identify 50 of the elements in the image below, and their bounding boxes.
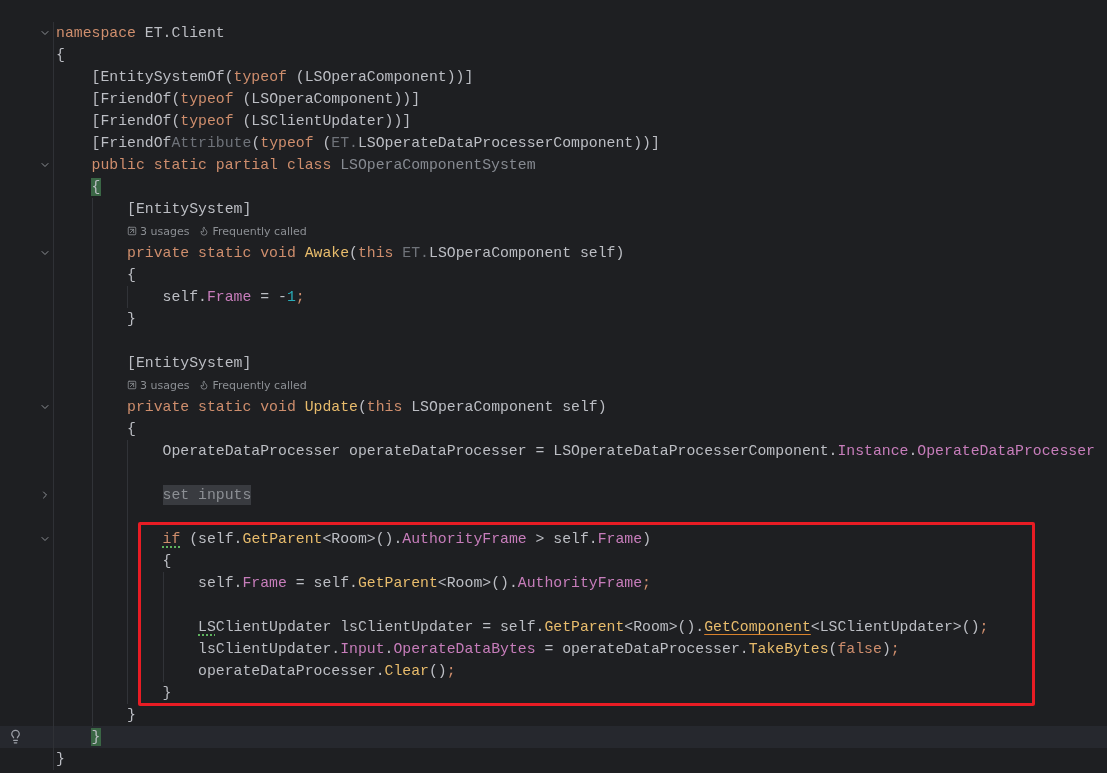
code-line: [FriendOfAttribute(typeof (ET.LSOperateDataProcesserComponent))] — [91, 134, 660, 153]
code-token: <Room>(). — [322, 531, 403, 547]
code-line: [EntitySystem] — [127, 354, 252, 373]
code-line: } — [127, 310, 136, 329]
code-line: operateDataProcesser.Clear(); — [198, 662, 456, 681]
link-arrow-icon — [127, 380, 138, 390]
code-token: LS — [198, 619, 216, 635]
usages-hint[interactable]: 3 usages — [127, 224, 190, 238]
link-arrow-icon — [127, 226, 138, 236]
code-token: ClientUpdater lsClientUpdater = self. — [215, 619, 545, 635]
code-line: [EntitySystemOf(typeof (LSOperaComponent))] — [91, 68, 474, 87]
code-token: AuthorityFrame — [402, 531, 527, 547]
code-token: GetParent — [242, 531, 323, 547]
code-line: self.Frame = self.GetParent<Room>().AuthorityFrame; — [198, 574, 651, 593]
matched-brace: } — [91, 729, 101, 745]
code-line: lsClientUpdater.Input.OperateDataBytes = operateDataProcesser.TakeBytes(false); — [198, 640, 900, 659]
frequently-called-hint: Frequently called — [199, 378, 307, 392]
code-line: public static partial class LSOperaComponentSystem — [91, 156, 536, 175]
code-line: self.Frame = -1; — [162, 288, 305, 307]
code-token: ; — [979, 619, 989, 635]
code-line: private static void Awake(this ET.LSOperaComponent self) — [127, 244, 625, 263]
code-line: } — [56, 750, 65, 769]
matched-brace: { — [91, 179, 101, 195]
code-line: namespace ET.Client — [56, 24, 225, 43]
code-token: <LSClientUpdater>() — [810, 619, 980, 635]
code-line: { — [56, 46, 65, 65]
code-line: } — [162, 684, 172, 703]
code-token: > self. — [534, 531, 598, 547]
code-token: GetComponent — [704, 619, 811, 635]
code-line: { — [127, 266, 136, 285]
frequently-called-hint: Frequently called — [199, 224, 307, 238]
code-line: [FriendOf(typeof (LSOperaComponent))] — [91, 90, 421, 109]
code-line: } — [127, 706, 136, 725]
code-token: if — [162, 531, 181, 547]
code-line: [EntitySystem] — [127, 200, 252, 219]
code-token: (self. — [188, 531, 243, 547]
usages-hint[interactable]: 3 usages — [127, 378, 190, 392]
code-line: { — [127, 420, 136, 439]
flame-icon — [199, 226, 210, 236]
lightbulb-icon[interactable] — [8, 729, 23, 744]
code-token: Frame — [597, 531, 643, 547]
code-line: [FriendOf(typeof (LSClientUpdater))] — [91, 112, 412, 131]
code-line: private static void Update(this LSOperaComponent self) — [127, 398, 607, 417]
code-line: OperateDataProcesser operateDataProcesser = LSOperateDataProcesserComponent.Instance.OperateDataProcesser — [162, 442, 1095, 461]
code-line: { — [162, 552, 172, 571]
flame-icon — [199, 380, 210, 390]
code-token: ) — [642, 531, 651, 547]
code-token: <Room>(). — [624, 619, 705, 635]
code-token: GetParent — [544, 619, 625, 635]
folded-code[interactable]: set inputs — [162, 485, 252, 505]
